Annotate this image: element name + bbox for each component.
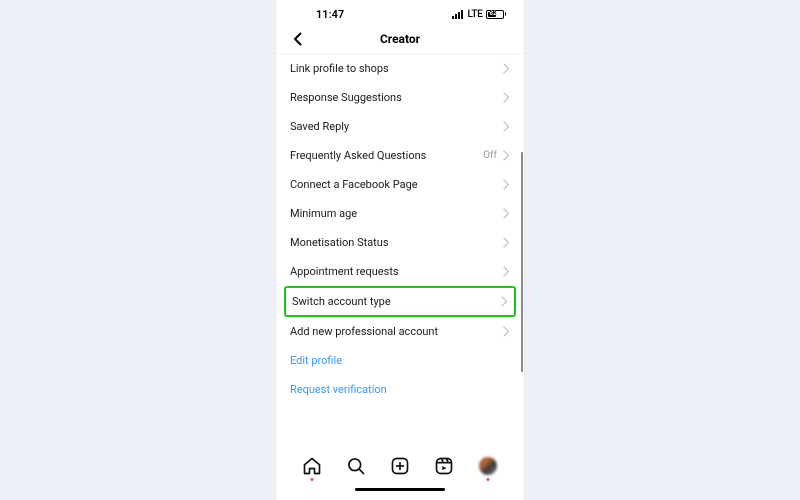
scroll-indicator[interactable] <box>521 152 523 372</box>
tab-bar <box>276 446 524 488</box>
tab-home[interactable] <box>300 454 324 478</box>
back-button[interactable] <box>286 27 310 51</box>
phone-frame: 11:47 LTE 62 Creator Link profile to sho… <box>276 0 524 500</box>
notification-dot <box>487 478 490 481</box>
chevron-right-icon <box>503 179 510 190</box>
chevron-right-icon <box>503 266 510 277</box>
row-label: Switch account type <box>292 295 391 308</box>
chevron-right-icon <box>503 208 510 219</box>
link-label: Request verification <box>290 383 387 396</box>
settings-row-switch-account-type[interactable]: Switch account type <box>284 286 516 317</box>
tab-create[interactable] <box>388 454 412 478</box>
status-time: 11:47 <box>316 8 344 21</box>
notification-dot <box>311 478 314 481</box>
signal-icon <box>452 10 464 19</box>
row-label: Minimum age <box>290 207 357 220</box>
row-label: Add new professional account <box>290 325 438 338</box>
tab-reels[interactable] <box>432 454 456 478</box>
tab-profile[interactable] <box>476 454 500 478</box>
link-label: Edit profile <box>290 354 342 367</box>
status-bar: 11:47 LTE 62 <box>276 4 524 24</box>
row-label: Connect a Facebook Page <box>290 178 418 191</box>
row-label: Frequently Asked Questions <box>290 149 426 162</box>
nav-header: Creator <box>276 24 524 54</box>
settings-list: Link profile to shops Response Suggestio… <box>276 54 524 446</box>
settings-row-monetisation-status[interactable]: Monetisation Status <box>276 228 524 257</box>
row-label: Appointment requests <box>290 265 399 278</box>
row-label: Response Suggestions <box>290 91 402 104</box>
battery-percent: 62 <box>490 10 497 17</box>
chevron-right-icon <box>503 237 510 248</box>
settings-row-connect-a-facebook-page[interactable]: Connect a Facebook Page <box>276 170 524 199</box>
network-label: LTE <box>467 9 482 20</box>
chevron-right-icon <box>503 121 510 132</box>
chevron-right-icon <box>503 92 510 103</box>
settings-row-saved-reply[interactable]: Saved Reply <box>276 112 524 141</box>
row-label: Link profile to shops <box>290 62 389 75</box>
home-indicator[interactable] <box>355 488 445 491</box>
home-indicator-area <box>276 488 524 500</box>
page-title: Creator <box>380 32 420 46</box>
row-value: Off <box>483 150 497 161</box>
row-label: Saved Reply <box>290 120 349 133</box>
chevron-left-icon <box>290 31 306 47</box>
row-label: Monetisation Status <box>290 236 389 249</box>
settings-row-response-suggestions[interactable]: Response Suggestions <box>276 83 524 112</box>
chevron-right-icon <box>501 296 508 307</box>
chevron-right-icon <box>503 326 510 337</box>
avatar <box>479 457 497 475</box>
chevron-right-icon <box>503 150 510 161</box>
status-right: LTE 62 <box>452 9 506 20</box>
reels-icon <box>434 456 454 476</box>
settings-row-link-profile-to-shops[interactable]: Link profile to shops <box>276 54 524 83</box>
settings-row-add-new-professional-account[interactable]: Add new professional account <box>276 317 524 346</box>
link-edit-profile[interactable]: Edit profile <box>276 346 524 375</box>
chevron-right-icon <box>503 63 510 74</box>
plus-square-icon <box>390 456 410 476</box>
home-icon <box>302 456 322 476</box>
settings-row-frequently-asked-questions[interactable]: Frequently Asked Questions Off <box>276 141 524 170</box>
battery-icon: 62 <box>486 10 504 19</box>
settings-row-minimum-age[interactable]: Minimum age <box>276 199 524 228</box>
search-icon <box>346 456 366 476</box>
tab-search[interactable] <box>344 454 368 478</box>
link-request-verification[interactable]: Request verification <box>276 375 524 404</box>
settings-row-appointment-requests[interactable]: Appointment requests <box>276 257 524 286</box>
